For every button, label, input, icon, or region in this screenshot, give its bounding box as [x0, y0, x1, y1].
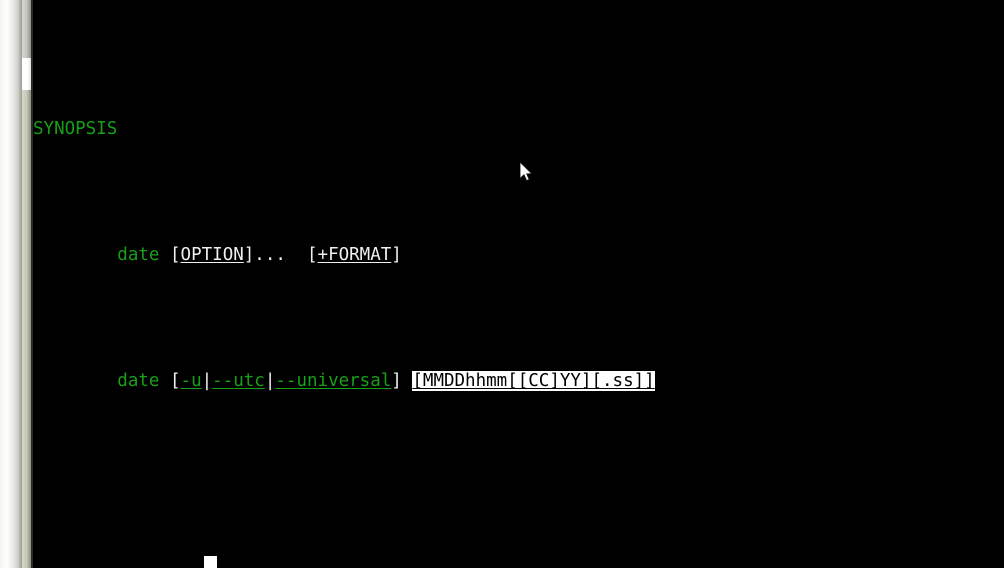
terminal-window: SYNOPSIS date [OPTION]... [+FORMAT] date…: [0, 0, 1004, 568]
synopsis-1-command: date: [117, 244, 160, 265]
synopsis-2-close-bracket: ]: [391, 370, 413, 391]
scrollbar-divider: [31, 0, 33, 568]
synopsis-heading-text: SYNOPSIS: [33, 118, 118, 139]
synopsis-line-1: date [OPTION]... [+FORMAT]: [33, 243, 1004, 268]
synopsis-2-datetime-arg-highlight: [MMDDhhmm[[CC]YY][.ss]]: [412, 370, 655, 391]
synopsis-2-pipe-2: |: [264, 370, 276, 391]
synopsis-2-flag-u: -u: [180, 370, 202, 391]
scrollbar-thumb[interactable]: [22, 58, 31, 90]
scrollbar-track-lower[interactable]: [22, 90, 31, 568]
synopsis-2-indent: [33, 371, 117, 391]
synopsis-line-2: date [-u|--utc|--universal] [MMDDhhmm[[C…: [33, 369, 1004, 394]
synopsis-2-flag-universal: --universal: [275, 370, 392, 391]
synopsis-2-pipe-1: |: [201, 370, 213, 391]
synopsis-1-indent: [33, 245, 117, 265]
section-heading-synopsis: SYNOPSIS: [33, 117, 1004, 142]
synopsis-1-mid: ]... [: [243, 244, 318, 265]
synopsis-1-space: [159, 245, 170, 265]
synopsis-2-open-bracket: [: [159, 370, 181, 391]
synopsis-1-format-arg: +FORMAT: [317, 244, 392, 265]
text-cursor: [204, 556, 217, 568]
terminal-content[interactable]: SYNOPSIS date [OPTION]... [+FORMAT] date…: [33, 0, 1004, 568]
synopsis-2-command: date: [117, 370, 160, 391]
synopsis-1-close-bracket: ]: [391, 244, 402, 265]
synopsis-1-option-arg: OPTION: [180, 244, 244, 265]
synopsis-2-flag-utc: --utc: [212, 370, 265, 391]
synopsis-1-open-bracket: [: [170, 244, 181, 265]
window-left-gutter: [0, 0, 22, 568]
